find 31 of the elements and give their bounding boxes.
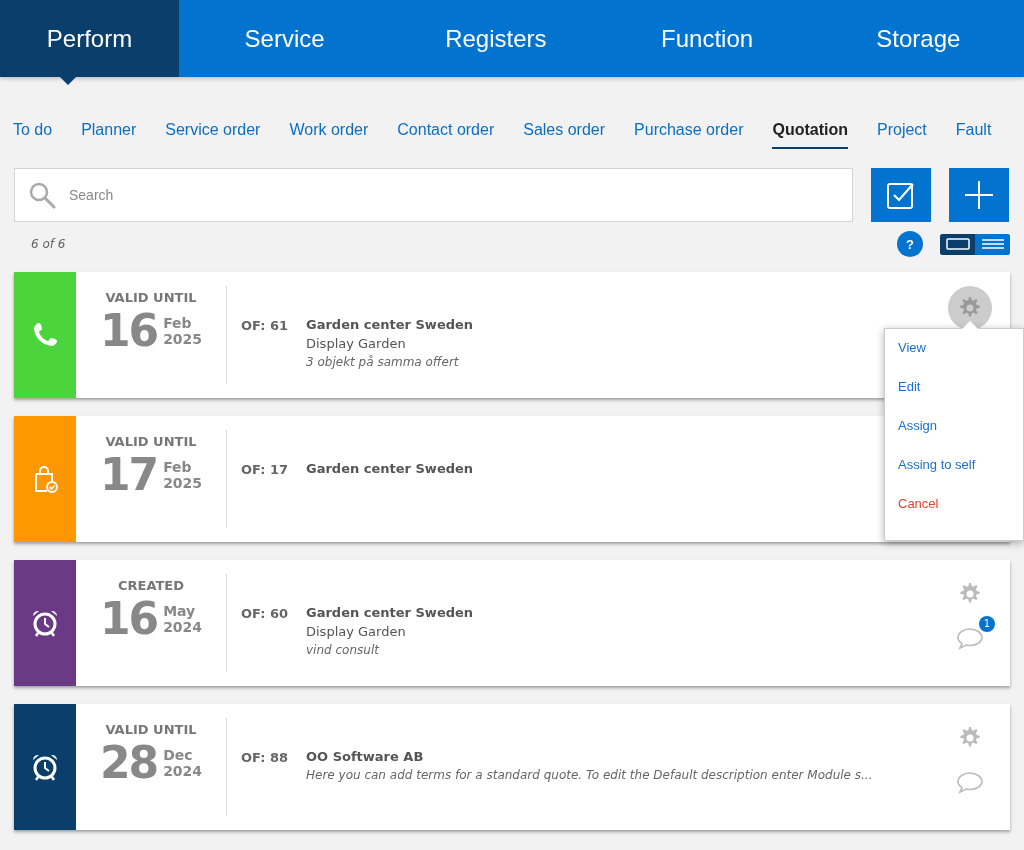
date-label: VALID UNTIL [105,722,197,737]
date-year: 2025 [163,474,203,491]
date-year: 2024 [163,618,203,635]
site-name: Display Garden [306,624,406,639]
quotation-number: OF: 17 [240,461,290,479]
date-month: May [163,602,197,619]
result-count: 6 of 6 [31,237,66,251]
date-year: 2025 [163,330,203,347]
date-month: Feb [163,458,193,475]
date-day: 16 [99,305,158,356]
date-label: VALID UNTIL [105,290,197,305]
customer-name: Garden center Sweden [306,461,474,476]
site-name: Display Garden [306,336,406,351]
quotation-number: OF: 88 [240,749,290,767]
quotation-number: OF: 61 [240,317,290,335]
customer-name: OO Software AB [306,749,424,764]
date-year: 2024 [163,762,203,779]
date-month: Dec [163,746,194,763]
date-day: 17 [99,449,158,500]
quotation-number: OF: 60 [240,605,290,623]
customer-name: Garden center Sweden [306,317,474,332]
date-label: CREATED [118,578,184,593]
date-month: Feb [163,314,193,331]
quotation-note: 3 objekt på samma offert [306,355,459,369]
date-label: VALID UNTIL [105,434,197,449]
customer-name: Garden center Sweden [306,605,474,620]
quotation-note: vind consult [306,643,379,657]
date-day: 16 [99,593,158,644]
date-day: 28 [99,737,158,788]
quotation-note: Here you can add terms for a standard quote. To edit the Default description enter Module s... [306,768,873,782]
comment-count-badge: 1 [979,616,995,632]
